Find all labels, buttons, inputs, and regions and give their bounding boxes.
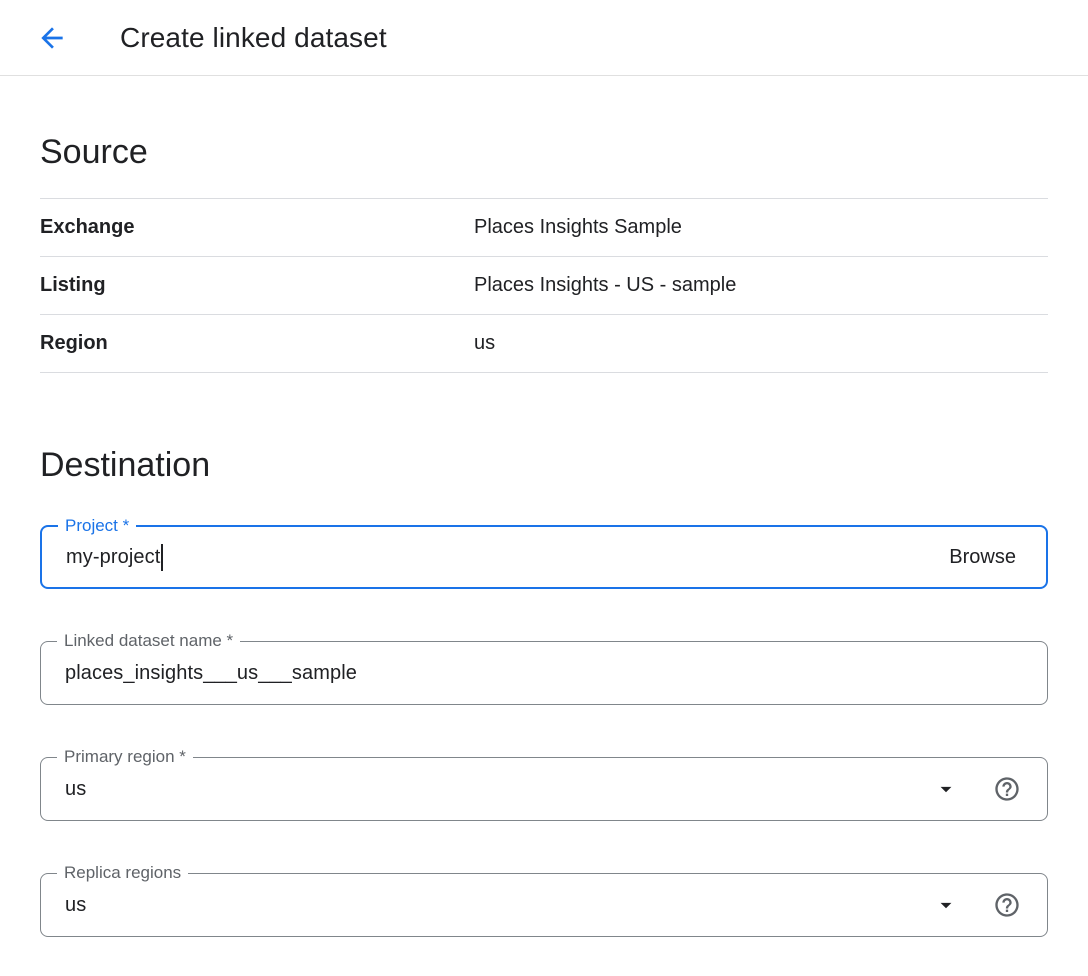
- exchange-label: Exchange: [40, 216, 474, 239]
- project-field[interactable]: Project * my-project Browse: [40, 525, 1048, 589]
- help-icon: [993, 891, 1021, 919]
- chevron-down-icon[interactable]: [933, 776, 959, 802]
- region-value: us: [474, 332, 495, 355]
- project-field-label: Project *: [58, 516, 136, 536]
- source-section-heading: Source: [40, 130, 1048, 174]
- replica-regions-help-button[interactable]: [993, 891, 1021, 919]
- help-icon: [993, 775, 1021, 803]
- primary-region-help-button[interactable]: [993, 775, 1021, 803]
- replica-regions-label: Replica regions: [57, 863, 188, 883]
- linked-dataset-name-value: places_insights___us___sample: [65, 662, 357, 685]
- replica-regions-select[interactable]: us: [65, 894, 933, 917]
- replica-regions-value: us: [65, 894, 86, 917]
- listing-value: Places Insights - US - sample: [474, 274, 736, 297]
- primary-region-select[interactable]: us: [65, 778, 933, 801]
- primary-region-label: Primary region *: [57, 747, 193, 767]
- project-input-value: my-project: [66, 546, 160, 569]
- source-table: Exchange Places Insights Sample Listing …: [40, 198, 1048, 373]
- table-row-region: Region us: [40, 315, 1048, 373]
- table-row-listing: Listing Places Insights - US - sample: [40, 257, 1048, 315]
- destination-section-heading: Destination: [40, 443, 1048, 487]
- primary-region-field[interactable]: Primary region * us: [40, 757, 1048, 821]
- replica-regions-field[interactable]: Replica regions us: [40, 873, 1048, 937]
- linked-dataset-name-label: Linked dataset name *: [57, 631, 240, 651]
- page-title: Create linked dataset: [120, 22, 387, 54]
- linked-dataset-name-input[interactable]: places_insights___us___sample: [65, 662, 1021, 685]
- arrow-back-icon: [36, 22, 68, 54]
- text-cursor: [161, 544, 163, 571]
- back-button[interactable]: [30, 16, 74, 60]
- project-input[interactable]: my-project: [66, 544, 945, 571]
- chevron-down-icon[interactable]: [933, 892, 959, 918]
- browse-button[interactable]: Browse: [945, 540, 1020, 575]
- table-row-exchange: Exchange Places Insights Sample: [40, 199, 1048, 257]
- listing-label: Listing: [40, 274, 474, 297]
- region-label: Region: [40, 332, 474, 355]
- page-header: Create linked dataset: [0, 0, 1088, 76]
- primary-region-value: us: [65, 778, 86, 801]
- exchange-value: Places Insights Sample: [474, 216, 682, 239]
- linked-dataset-name-field[interactable]: Linked dataset name * places_insights___…: [40, 641, 1048, 705]
